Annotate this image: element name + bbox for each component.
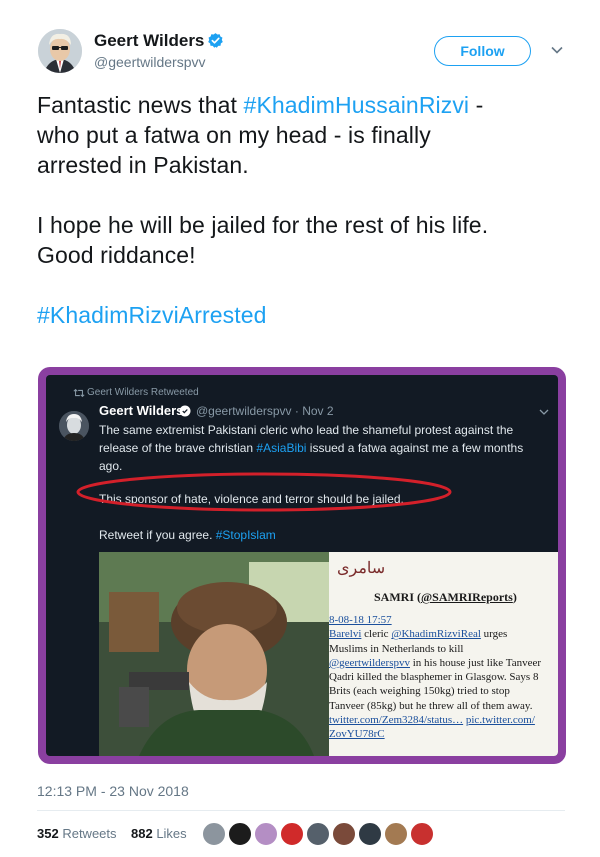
embedded-text-span: Retweet if you agree.: [99, 528, 216, 542]
tweet-text-line: who put a fatwa on my head - is finally: [37, 122, 431, 148]
chevron-down-icon[interactable]: [550, 43, 564, 57]
liker-avatar[interactable]: [253, 821, 279, 847]
likes-count[interactable]: 882: [131, 826, 153, 841]
embedded-handle-date: @geertwilderspvv · Nov 2: [196, 404, 334, 418]
tweet-text-line: arrested in Pakistan.: [37, 152, 249, 178]
divider: [37, 810, 565, 811]
hashtag-link[interactable]: #KhadimHussainRizvi: [244, 92, 470, 118]
hashtag-link[interactable]: #KhadimRizviArrested: [37, 302, 267, 328]
verified-badge-icon: [208, 33, 223, 48]
tweet-text-line: I hope he will be jailed for the rest of…: [37, 212, 489, 238]
urdu-logo-text: سامری: [337, 560, 386, 577]
samri-title: SAMRI (@SAMRIReports): [374, 590, 517, 605]
samri-link: Barelvi: [329, 628, 362, 641]
tweet-text: Fantastic news that #KhadimHussainRizvi …: [37, 90, 582, 330]
attached-image[interactable]: Geert Wilders Retweeted Geert Wilders @g…: [38, 367, 566, 764]
samri-link: pic.twitter.com/: [465, 714, 535, 727]
samri-text-span: SAMRI (: [374, 590, 421, 604]
verified-badge-icon: [179, 405, 191, 417]
samri-link: @geertwilderspvv: [329, 656, 410, 669]
embedded-text-span: release of the brave christian: [99, 441, 257, 455]
embedded-hashtag: #AsiaBibi: [256, 441, 307, 455]
tweet-text-span: -: [469, 92, 484, 118]
retweets-label[interactable]: Retweets: [62, 826, 116, 841]
samri-link: twitter.com/Zem3284/status…: [329, 714, 464, 727]
embedded-tweet-screenshot: Geert Wilders Retweeted Geert Wilders @g…: [46, 375, 558, 756]
likes-label[interactable]: Likes: [156, 826, 186, 841]
liker-avatar[interactable]: [357, 821, 383, 847]
samri-link: @SAMRIReports: [421, 590, 513, 604]
samri-screenshot: سامری SAMRI (@SAMRIReports) 8-08-18 17:5…: [329, 552, 558, 756]
samri-line: Brits (each weighing 150kg) tried to sto…: [329, 685, 510, 698]
retweet-icon: [73, 388, 85, 398]
liker-avatar[interactable]: [305, 821, 331, 847]
embedded-tweet-text: The same extremist Pakistani cleric who …: [99, 421, 544, 475]
tweet-stats: 352 Retweets 882 Likes: [37, 826, 187, 841]
retweeted-by-label: Geert Wilders Retweeted: [87, 387, 199, 398]
liker-avatar[interactable]: [331, 821, 357, 847]
retweets-count[interactable]: 352: [37, 826, 59, 841]
chevron-down-icon: [539, 409, 549, 415]
author-name[interactable]: Geert Wilders: [94, 31, 204, 51]
samri-line: Tanveer (85kg) but he threw all of them …: [329, 699, 533, 712]
avatar[interactable]: [38, 29, 82, 73]
embedded-text-span: issued a fatwa against me a few months: [306, 441, 524, 455]
tweet-text-line: Good riddance!: [37, 242, 196, 268]
embedded-avatar: [59, 411, 89, 441]
embedded-author-name: Geert Wilders: [99, 403, 184, 418]
samri-line: Muslims in Netherlands to kill: [329, 642, 464, 655]
liker-avatar[interactable]: [383, 821, 409, 847]
liker-avatar[interactable]: [409, 821, 435, 847]
liker-avatar[interactable]: [201, 821, 227, 847]
liker-avatar[interactable]: [279, 821, 305, 847]
author-handle[interactable]: @geertwilderspvv: [94, 54, 205, 70]
samri-text-span: cleric: [361, 628, 392, 641]
samri-link: @KhadimRizviReal: [391, 628, 481, 641]
samri-text-span: ): [512, 590, 517, 604]
samri-date: 8-08-18 17:57: [329, 614, 392, 626]
red-highlight-ellipse: [76, 472, 452, 512]
samri-link: ZovYU78rC: [329, 728, 385, 741]
liker-avatar[interactable]: [227, 821, 253, 847]
tweet-timestamp[interactable]: 12:13 PM - 23 Nov 2018: [37, 783, 189, 799]
tweet-text-span: Fantastic news that: [37, 92, 244, 118]
embedded-retweet-line: Retweet if you agree. #StopIslam: [99, 528, 276, 542]
samri-body: 8-08-18 17:57 Barelvi cleric @KhadimRizv…: [329, 613, 558, 742]
samri-line: Qadri killed the blasphemer in Glasgow. …: [329, 671, 539, 684]
follow-button[interactable]: Follow: [434, 36, 531, 66]
embedded-text-line: The same extremist Pakistani cleric who …: [99, 423, 514, 437]
samri-text-span: urges: [480, 628, 508, 641]
cleric-photo: [99, 552, 329, 756]
samri-text-span: in his house just like Tanveer: [410, 656, 542, 669]
embedded-hashtag: #StopIslam: [215, 528, 276, 542]
